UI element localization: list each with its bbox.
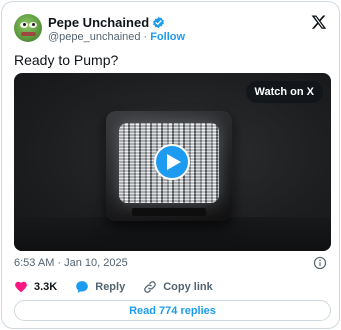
media-floor — [14, 217, 331, 251]
tv-base — [132, 208, 206, 216]
reply-action[interactable]: Reply — [75, 280, 125, 294]
author-display-name[interactable]: Pepe Unchained — [48, 15, 149, 30]
link-icon — [144, 281, 157, 293]
heart-icon — [15, 281, 27, 293]
tweet-embed-card: Pepe Unchained @pepe_unchained · Follow … — [1, 1, 340, 329]
like-action[interactable]: 3.3K — [14, 280, 57, 294]
reply-label: Reply — [95, 281, 126, 293]
video-media[interactable]: Watch on X — [14, 73, 331, 251]
info-icon[interactable] — [313, 256, 327, 270]
author-handle[interactable]: @pepe_unchained — [48, 31, 141, 43]
copy-link-label: Copy link — [163, 281, 213, 293]
play-icon — [166, 154, 181, 170]
avatar-mouth — [21, 32, 36, 36]
handle-separator: · — [143, 31, 148, 43]
play-button[interactable] — [154, 144, 190, 180]
author-name-line: Pepe Unchained — [48, 14, 165, 30]
tweet-actions: 3.3K Reply Copy link — [14, 279, 213, 295]
x-logo-icon[interactable] — [311, 14, 327, 30]
verified-badge-icon — [153, 16, 165, 28]
copy-link-action[interactable]: Copy link — [143, 280, 213, 294]
like-count: 3.3K — [34, 281, 58, 293]
avatar-eye — [29, 22, 37, 28]
avatar-eye — [20, 22, 28, 28]
author-avatar[interactable] — [14, 14, 42, 42]
watch-on-x-button[interactable]: Watch on X — [245, 81, 323, 103]
author-handle-line: @pepe_unchained · Follow — [48, 30, 185, 44]
reply-bubble-icon — [76, 281, 89, 293]
tweet-text: Ready to Pump? — [14, 52, 119, 68]
follow-button[interactable]: Follow — [150, 31, 185, 43]
read-replies-button[interactable]: Read 774 replies — [14, 300, 331, 321]
tweet-timestamp[interactable]: 6:53 AM · Jan 10, 2025 — [14, 257, 128, 269]
